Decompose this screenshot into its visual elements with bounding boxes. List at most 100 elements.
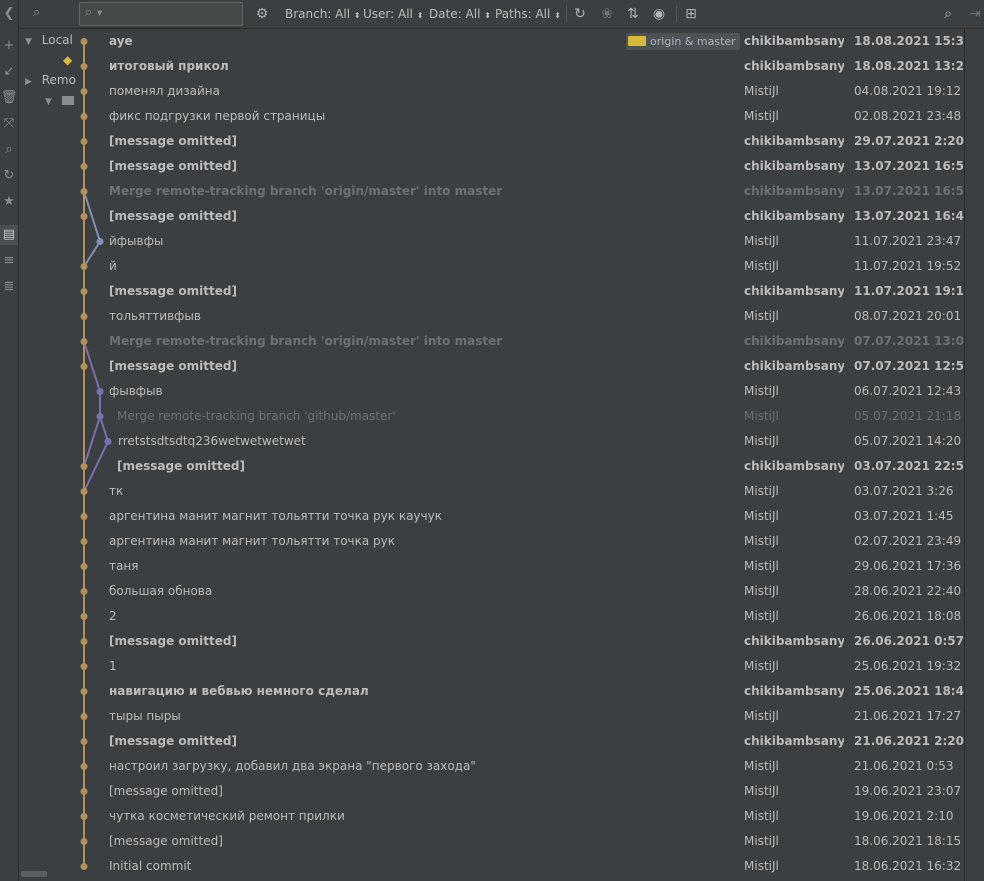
commit-row[interactable]: [message omitted] chikibambsanya 07.07.202… xyxy=(78,354,964,379)
commit-row[interactable]: тк MistiJl 03.07.2021 3:26 xyxy=(78,479,964,504)
commit-date: 28.06.2021 22:40 xyxy=(854,584,962,598)
commit-author: chikibambsanya xyxy=(744,634,844,648)
commit-message: [message omitted] xyxy=(109,734,237,748)
tree-node-remote[interactable]: ▶ Remo xyxy=(25,73,76,87)
refresh-icon[interactable]: ↻ xyxy=(0,166,18,186)
paths-filter[interactable]: Paths: All ⬍ xyxy=(495,0,561,28)
arrow-right-icon[interactable]: ⇥ xyxy=(966,0,984,28)
branch-tag[interactable]: origin & master xyxy=(626,33,740,50)
commit-row[interactable]: 2 MistiJl 26.06.2021 18:08 xyxy=(78,604,964,629)
commit-row[interactable]: йфывфы MistiJl 11.07.2021 23:47 xyxy=(78,229,964,254)
branch-filter[interactable]: Branch: All ⬍ xyxy=(285,0,361,28)
folder-icon[interactable]: ▤ xyxy=(0,225,18,245)
commit-row[interactable]: аргентина манит магнит тольятти точка ру… xyxy=(78,529,964,554)
commit-row[interactable]: [message omitted] MistiJl 19.06.2021 23:07 xyxy=(78,779,964,804)
commit-author: chikibambsanya xyxy=(744,159,844,173)
open-in-tab-icon[interactable]: ⊞ xyxy=(682,0,700,28)
commit-row[interactable]: навигацию и вебвью немного сделал chikiba… xyxy=(78,679,964,704)
commit-row[interactable]: Initial commit MistiJl 18.06.2021 16:32 xyxy=(78,854,964,879)
commit-row[interactable]: таня MistiJl 29.06.2021 17:36 xyxy=(78,554,964,579)
commit-row[interactable]: aye origin & master chikibambsanya 18.08.20… xyxy=(78,29,964,54)
commit-row[interactable]: поменял дизайна MistiJl 04.08.2021 19:12 xyxy=(78,79,964,104)
tree-node-remote-origin[interactable]: ▼ xyxy=(45,93,74,107)
commit-date: 29.06.2021 17:36 xyxy=(854,559,962,573)
date-filter[interactable]: Date: All ⬍ xyxy=(429,0,491,28)
commit-author: chikibambsanya xyxy=(744,209,844,223)
tree-horizontal-scrollbar[interactable] xyxy=(21,871,47,877)
commit-author: MistiJl xyxy=(744,859,779,873)
tree-label-remote: Remo xyxy=(41,73,76,87)
commit-message: фикс подгрузки первой страницы xyxy=(109,109,326,123)
commit-row[interactable]: 1 MistiJl 25.06.2021 19:32 xyxy=(78,654,964,679)
commit-author: MistiJl xyxy=(744,784,779,798)
merge-icon[interactable]: ⤧ xyxy=(0,114,18,134)
commit-row[interactable]: фикс подгрузки первой страницы MistiJl 02.… xyxy=(78,104,964,129)
commit-row[interactable]: [message omitted] MistiJl 18.06.2021 18:15 xyxy=(78,829,964,854)
commit-message: итоговый прикол xyxy=(109,59,229,73)
search-icon[interactable]: ⌕ xyxy=(939,0,957,28)
log-vertical-scrollbar[interactable] xyxy=(964,29,984,881)
commit-row[interactable]: тольяттивфыв MistiJl 08.07.2021 20:01 xyxy=(78,304,964,329)
search-icon[interactable]: ⌕ xyxy=(0,140,18,160)
plus-icon[interactable]: + xyxy=(0,36,18,56)
commit-message: большая обнова xyxy=(109,584,213,598)
tree-node-local[interactable]: ▼ Local xyxy=(25,33,73,47)
commit-message: [message omitted] xyxy=(109,634,237,648)
toolbar-separator xyxy=(676,6,677,22)
commit-row[interactable]: тыры пыры MistiJl 21.06.2021 17:27 xyxy=(78,704,964,729)
commit-row[interactable]: [message omitted] chikibambsanya 13.07.202… xyxy=(78,204,964,229)
commit-row[interactable]: большая обнова MistiJl 28.06.2021 22:40 xyxy=(78,579,964,604)
commit-message: Initial commit xyxy=(109,859,192,873)
commit-author: MistiJl xyxy=(744,709,779,723)
chevron-left-icon[interactable]: ❮ xyxy=(0,4,18,24)
trash-icon[interactable]: 🗑 xyxy=(0,88,18,108)
commit-author: MistiJl xyxy=(744,659,779,673)
commit-date: 19.06.2021 23:07 xyxy=(854,784,962,798)
commit-date: 25.06.2021 18:42 xyxy=(854,684,964,698)
commit-date: 21.06.2021 0:53 xyxy=(854,759,954,773)
refresh-icon[interactable]: ↻ xyxy=(571,0,589,28)
commit-date: 08.07.2021 20:01 xyxy=(854,309,962,323)
commit-row[interactable]: [message omitted] chikibambsanya 13.07.202… xyxy=(78,154,964,179)
commit-row[interactable]: чутка косметический ремонт прилки MistiJl… xyxy=(78,804,964,829)
gear-icon[interactable]: ⚙ xyxy=(253,0,271,28)
commit-row[interactable]: настроил загрузку, добавил два экрана "п… xyxy=(78,754,964,779)
commit-author: chikibambsanya xyxy=(744,734,844,748)
commit-row[interactable]: Merge remote-tracking branch 'github/mas… xyxy=(78,404,964,429)
commit-message: Merge remote-tracking branch 'origin/mas… xyxy=(109,334,503,348)
commit-row[interactable]: итоговый прикол chikibambsanya 18.08.2021 … xyxy=(78,54,964,79)
expand-icon[interactable]: ≡ xyxy=(0,251,18,271)
commit-date: 07.07.2021 13:00 xyxy=(854,334,964,348)
commit-row[interactable]: й MistiJl 11.07.2021 19:52 xyxy=(78,254,964,279)
commit-row[interactable]: [message omitted] chikibambsanya 03.07.202… xyxy=(78,454,964,479)
commit-row[interactable]: [message omitted] chikibambsanya 21.06.202… xyxy=(78,729,964,754)
commit-message: [message omitted] xyxy=(109,784,223,798)
commit-row[interactable]: Merge remote-tracking branch 'origin/mas… xyxy=(78,179,964,204)
commit-author: chikibambsanya xyxy=(744,134,844,148)
dropdown-arrow-icon: ⬍ xyxy=(416,11,424,20)
dropdown-arrow-icon: ⬍ xyxy=(554,11,561,20)
commit-date: 11.07.2021 19:52 xyxy=(854,259,962,273)
star-icon[interactable]: ★ xyxy=(0,192,18,212)
commit-row[interactable]: аргентина манит магнит тольятти точка ру… xyxy=(78,504,964,529)
commit-message: навигацию и вебвью немного сделал xyxy=(109,684,369,698)
eye-icon[interactable]: ◉ xyxy=(650,0,668,28)
branches-search-bar[interactable]: ⌕ xyxy=(19,0,78,29)
commit-row[interactable]: [message omitted] chikibambsanya 29.07.202… xyxy=(78,129,964,154)
arrow-down-left-icon[interactable]: ↙ xyxy=(0,62,18,82)
commit-date: 13.07.2021 16:57 xyxy=(854,159,964,173)
commit-author: MistiJl xyxy=(744,609,779,623)
commit-row[interactable]: [message omitted] chikibambsanya 11.07.202… xyxy=(78,279,964,304)
sort-icon[interactable]: ⇅ xyxy=(624,0,642,28)
commit-row[interactable]: Merge remote-tracking branch 'origin/mas… xyxy=(78,329,964,354)
collapse-icon[interactable]: ≣ xyxy=(0,277,18,297)
commit-date: 18.06.2021 16:32 xyxy=(854,859,962,873)
commit-message: [message omitted] xyxy=(109,359,237,373)
user-filter[interactable]: User: All ⬍ xyxy=(363,0,423,28)
vcs-side-toolbar: ❮ + ↙ 🗑 ⤧ ⌕ ↻ ★ ▤ ≡ ≣ xyxy=(0,0,19,881)
commit-row[interactable]: фывфыв MistiJl 06.07.2021 12:43 xyxy=(78,379,964,404)
commit-row[interactable]: rretstsdtsdtq236wetwetwetwet MistiJl 05.07… xyxy=(78,429,964,454)
commit-author: MistiJl xyxy=(744,234,779,248)
commit-filter-input[interactable]: ⌕ ▼ xyxy=(79,2,243,26)
commit-row[interactable]: [message omitted] chikibambsanya 26.06.202… xyxy=(78,629,964,654)
